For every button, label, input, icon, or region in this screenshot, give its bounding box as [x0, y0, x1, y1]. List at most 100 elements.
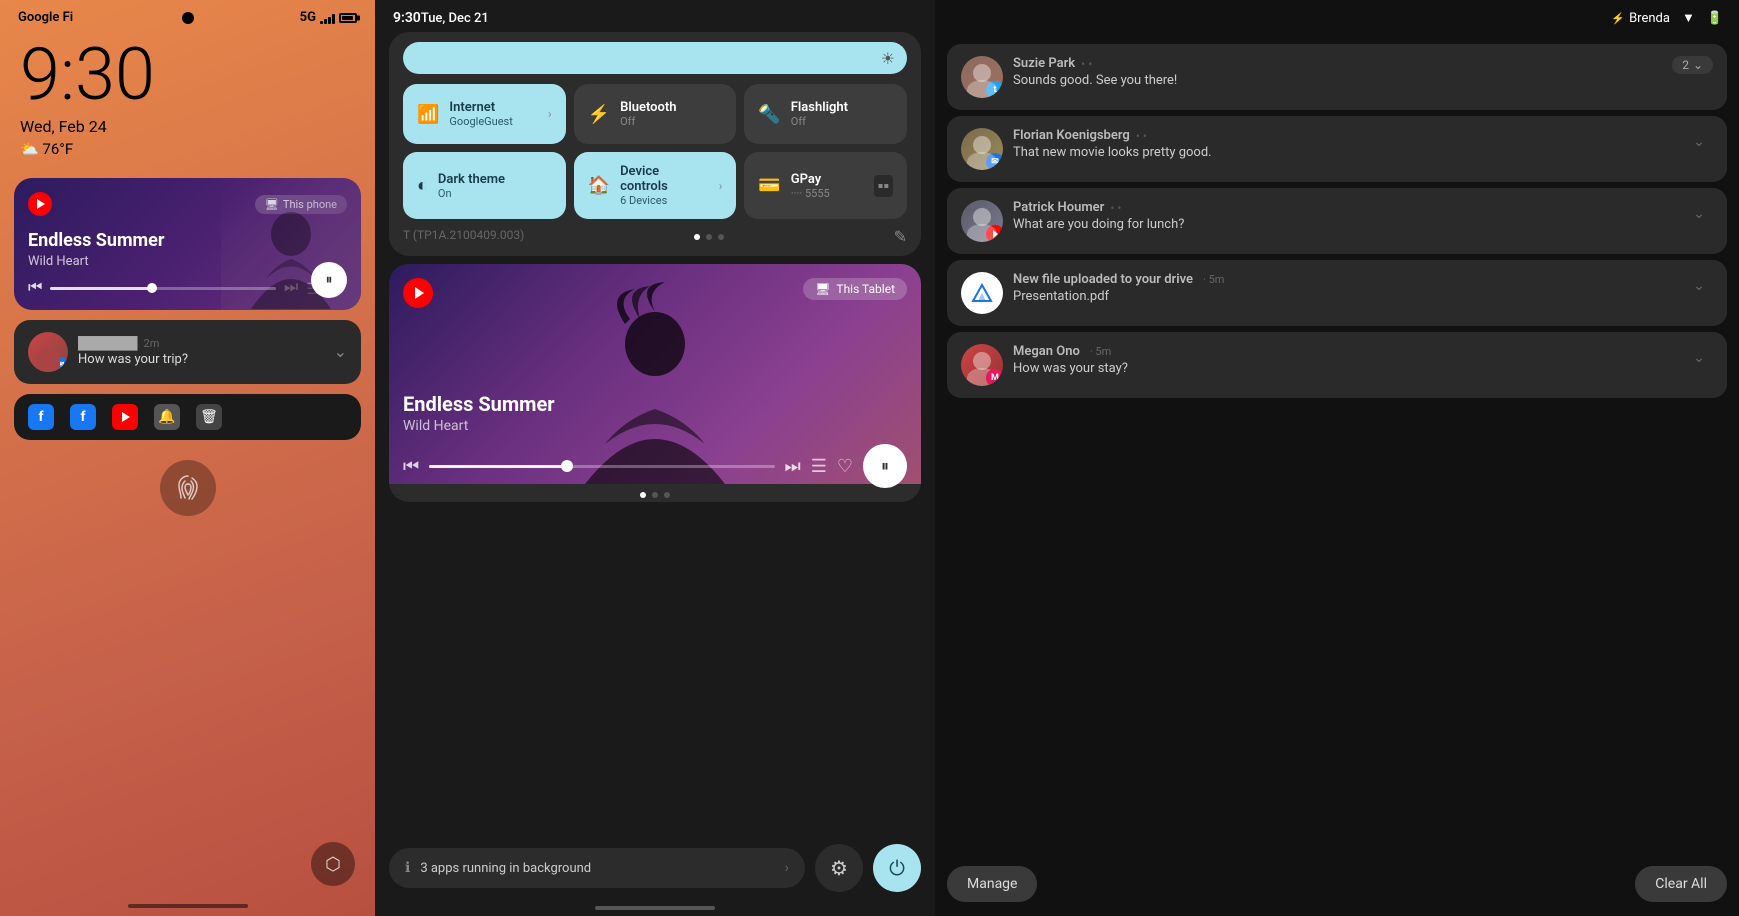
yt-play-triangle: [415, 287, 424, 299]
brightness-slider[interactable]: ☀: [403, 42, 907, 74]
suzie-count: 2: [1682, 58, 1689, 72]
skip-back-button[interactable]: ⏮: [28, 279, 42, 297]
patrick-expand-button[interactable]: ⌄: [1685, 200, 1713, 228]
florian-message: That new movie looks pretty good.: [1013, 145, 1675, 160]
qs-tile-dark-theme-text: Dark theme On: [438, 172, 505, 200]
youtube-app-icon[interactable]: [112, 404, 138, 430]
megan-expand-button[interactable]: ⌄: [1685, 344, 1713, 372]
brightness-icon: ☀: [881, 49, 895, 68]
phone-notif-text: ███████ 2m How was your trip?: [78, 336, 324, 367]
this-tablet-label: This Tablet: [836, 282, 895, 296]
tablet-media-card[interactable]: 🖥 This Tablet Endless Summer Wild Heart …: [389, 264, 921, 502]
tablet-heart-icon[interactable]: ♡: [837, 456, 853, 477]
megan-name-line: Megan Ono · 5m: [1013, 344, 1675, 359]
tablet-skip-forward-button[interactable]: ⏭: [785, 456, 801, 477]
qs-tile-bluetooth-text: Bluetooth Off: [620, 100, 676, 128]
phone-notif-name-row: ███████ 2m: [78, 336, 324, 350]
phone-notif-time: 2m: [144, 337, 160, 350]
megan-app-badge: M: [986, 369, 1003, 386]
qs-tile-bluetooth[interactable]: ⚡ Bluetooth Off: [574, 84, 737, 144]
patrick-app-badge: [986, 225, 1003, 242]
drive-title: New file uploaded to your drive: [1013, 272, 1193, 287]
florian-expand-button[interactable]: ⌄: [1685, 128, 1713, 156]
this-tablet-badge: 🖥 This Tablet: [803, 278, 907, 300]
phone-status-right: 5G: [300, 10, 357, 25]
notification-drive[interactable]: New file uploaded to your drive · 5m Pre…: [947, 260, 1727, 326]
clear-all-button[interactable]: Clear All: [1635, 866, 1727, 902]
patrick-avatar: [961, 200, 1003, 242]
signal-bar-4: [332, 14, 335, 24]
qs-tile-gpay[interactable]: 💳 GPay ···· 5555 ▪▪: [744, 152, 907, 219]
brightness-row: ☀: [403, 42, 907, 74]
phone-notif-name: ███████: [78, 336, 138, 350]
qs-internet-title: Internet: [449, 100, 512, 115]
manage-button[interactable]: Manage: [947, 866, 1037, 902]
drive-expand-button[interactable]: ⌄: [1685, 272, 1713, 300]
drive-content: New file uploaded to your drive · 5m Pre…: [1013, 272, 1675, 304]
signal-bars: [320, 12, 335, 24]
wifi-tile-icon: 📶: [417, 104, 439, 125]
qs-dark-theme-title: Dark theme: [438, 172, 505, 187]
florian-name-line: Florian Koenigsberg • •: [1013, 128, 1675, 143]
edit-icon[interactable]: ✎: [894, 227, 907, 246]
battery-status-icon: 🔋: [1707, 11, 1723, 26]
background-apps-pill[interactable]: ℹ 3 apps running in background ›: [389, 848, 805, 888]
tablet-progress-bar[interactable]: [429, 465, 774, 468]
bell-app-icon[interactable]: 🔔: [154, 404, 180, 430]
tablet-panel: 9:30 Tue, Dec 21 ☀ 📶 Internet GoogleGues…: [375, 0, 935, 916]
phone-recent-apps-button[interactable]: ⬡: [311, 842, 355, 886]
signal-bar-3: [328, 17, 331, 24]
phone-notification[interactable]: ✉ ███████ 2m How was your trip? ⌄: [14, 320, 361, 384]
phone-notif-message: How was your trip?: [78, 352, 324, 367]
signal-bar-2: [324, 19, 327, 24]
qs-internet-sub: GoogleGuest: [449, 115, 512, 128]
gpay-tile-icon: 💳: [758, 175, 780, 196]
notification-megan[interactable]: M Megan Ono · 5m How was your stay? ⌄: [947, 332, 1727, 398]
patrick-name: Patrick Houmer: [1013, 200, 1104, 215]
notifications-panel: ⚡ Brenda ▼ 🔋 t Suzie Park • • Sounds goo…: [935, 0, 1739, 916]
qs-bluetooth-title: Bluetooth: [620, 100, 676, 115]
youtube-play: [37, 199, 45, 209]
power-button[interactable]: ⏻: [873, 844, 921, 892]
trash-app-icon[interactable]: 🗑: [196, 404, 222, 430]
settings-button[interactable]: ⚙: [815, 844, 863, 892]
tablet-page-dots-1: [694, 234, 724, 240]
qs-tile-internet[interactable]: 📶 Internet GoogleGuest ›: [403, 84, 566, 144]
phone-music-card[interactable]: 🖥 This phone Endless Summer Wild Heart ⏮…: [14, 178, 361, 310]
megan-name: Megan Ono: [1013, 344, 1080, 359]
facebook-icon-1[interactable]: f: [28, 404, 54, 430]
phone-notif-expand-icon[interactable]: ⌄: [334, 342, 347, 361]
bg-apps-chevron-icon: ›: [785, 860, 789, 876]
suzie-avatar: t: [961, 56, 1003, 98]
tablet-bottom-bar: ℹ 3 apps running in background › ⚙ ⏻: [389, 834, 921, 906]
florian-app-badge: ✉: [986, 153, 1003, 170]
qs-tile-device-controls[interactable]: 🏠 Device controls 6 Devices ›: [574, 152, 737, 219]
qs-tile-flashlight[interactable]: 🔦 Flashlight Off: [744, 84, 907, 144]
tablet-date: Tue, Dec 21: [421, 11, 489, 26]
phone-progress-bar[interactable]: [50, 287, 276, 290]
signal-bar-1: [320, 21, 323, 24]
tablet-pause-button[interactable]: ⏸: [863, 444, 907, 488]
tablet-progress-dot: [561, 460, 573, 472]
facebook-icon-2[interactable]: f: [70, 404, 96, 430]
phone-pause-button[interactable]: ⏸: [311, 262, 347, 298]
patrick-dots: • •: [1110, 201, 1121, 215]
notification-suzie[interactable]: t Suzie Park • • Sounds good. See you th…: [947, 44, 1727, 110]
fingerprint-button[interactable]: [160, 460, 216, 516]
phone-notif-avatar: ✉: [28, 332, 68, 372]
notification-florian[interactable]: ✉ Florian Koenigsberg • • That new movie…: [947, 116, 1727, 182]
battery-phone: [339, 13, 357, 23]
tablet-skip-back-button[interactable]: ⏮: [403, 456, 419, 477]
phone-carrier: Google Fi: [18, 10, 73, 25]
phone-time: 9:30: [0, 29, 375, 111]
qs-tile-dark-theme[interactable]: ◐ Dark theme On: [403, 152, 566, 219]
page-dot-2: [706, 234, 712, 240]
tablet-quick-settings: ☀ 📶 Internet GoogleGuest › ⚡ Bluetooth O…: [389, 32, 921, 256]
tablet-song-title: Endless Summer: [403, 392, 907, 416]
suzie-dots: • •: [1081, 57, 1092, 71]
tablet-queue-icon[interactable]: ☰: [811, 456, 827, 477]
patrick-content: Patrick Houmer • • What are you doing fo…: [1013, 200, 1675, 232]
florian-name: Florian Koenigsberg: [1013, 128, 1130, 143]
notification-patrick[interactable]: Patrick Houmer • • What are you doing fo…: [947, 188, 1727, 254]
phone-panel: Google Fi 5G 9:30 Wed, Feb 24 ⛅ 76°F: [0, 0, 375, 916]
